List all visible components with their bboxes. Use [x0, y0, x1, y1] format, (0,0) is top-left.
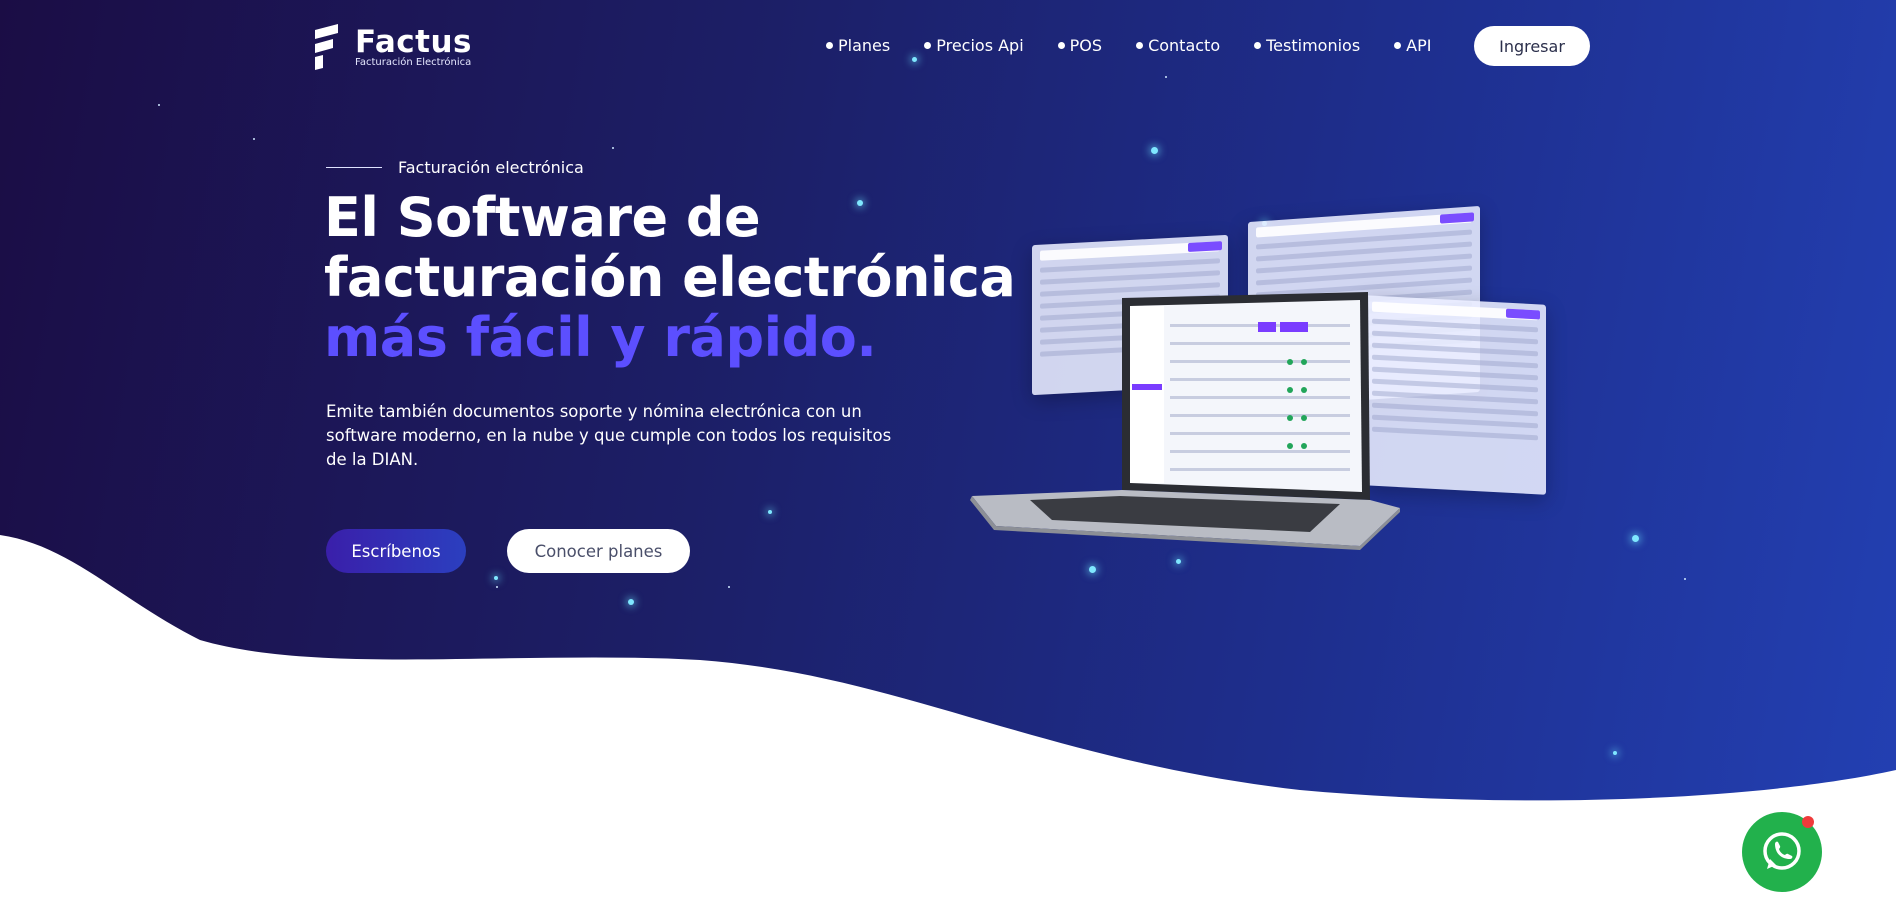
- headline-line-1: El Software de: [324, 186, 761, 249]
- notification-badge: [1802, 816, 1814, 828]
- laptop-image: [970, 292, 1400, 550]
- nav-item-contacto[interactable]: Contacto: [1136, 36, 1220, 55]
- bullet-icon: [924, 42, 932, 49]
- nav-item-label: Precios Api: [936, 36, 1024, 55]
- bullet-icon: [1394, 42, 1402, 49]
- factus-logo-icon: [315, 24, 338, 70]
- whatsapp-icon: [1763, 832, 1801, 870]
- hero-eyebrow: Facturación electrónica: [326, 158, 584, 177]
- hero-section: Factus Facturación Electrónica Planes Pr…: [0, 0, 1896, 911]
- bullet-icon: [1254, 42, 1262, 49]
- bullet-icon: [1057, 42, 1065, 49]
- main-nav: Planes Precios Api POS Contacto Testimon…: [826, 36, 1431, 55]
- hero-headline: El Software de facturación electrónica m…: [324, 186, 1016, 369]
- nav-item-label: Planes: [838, 36, 891, 55]
- nav-item-label: Contacto: [1148, 36, 1221, 55]
- brand-text: Factus Facturación Electrónica: [355, 23, 472, 68]
- view-plans-button[interactable]: Conocer planes: [507, 529, 690, 573]
- nav-item-planes[interactable]: Planes: [826, 36, 890, 55]
- hero-wave-divider: [0, 535, 1896, 911]
- headline-accent: más fácil y rápido.: [324, 306, 877, 369]
- nav-item-pos[interactable]: POS: [1057, 36, 1103, 55]
- nav-item-label: POS: [1069, 36, 1103, 55]
- eyebrow-divider: [326, 167, 382, 168]
- nav-item-label: Testimonios: [1266, 36, 1361, 55]
- brand-tagline: Facturación Electrónica: [355, 56, 472, 68]
- hero-description: Emite también documentos soporte y nómin…: [326, 402, 892, 469]
- nav-item-api[interactable]: API: [1394, 36, 1431, 55]
- brand-logo[interactable]: Factus Facturación Electrónica: [311, 24, 472, 70]
- software-illustration: [960, 200, 1560, 560]
- nav-item-precios-api[interactable]: Precios Api: [924, 36, 1024, 55]
- nav-item-label: API: [1406, 36, 1432, 55]
- login-button[interactable]: Ingresar: [1474, 26, 1590, 66]
- bullet-icon: [1136, 42, 1144, 49]
- nav-item-testimonios[interactable]: Testimonios: [1254, 36, 1360, 55]
- bullet-icon: [826, 42, 833, 49]
- brand-name: Factus: [355, 23, 472, 60]
- eyebrow-label: Facturación electrónica: [398, 158, 584, 177]
- headline-line-2: facturación electrónica: [324, 246, 1016, 309]
- contact-us-button[interactable]: Escríbenos: [326, 529, 466, 573]
